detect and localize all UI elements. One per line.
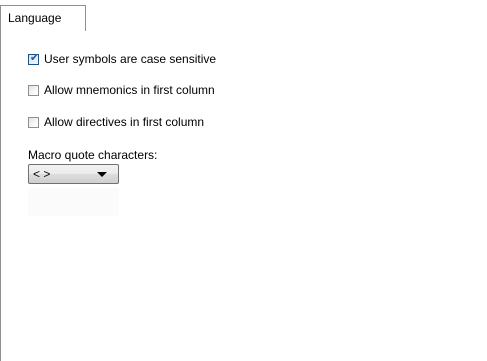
check-icon: ✔ (29, 51, 40, 64)
macro-quote-characters-label: Macro quote characters: (28, 148, 158, 162)
allow-directives-first-column-label[interactable]: Allow directives in first column (44, 115, 204, 129)
blank-area (28, 188, 119, 216)
macro-quote-characters-dropdown[interactable]: < > (28, 164, 119, 184)
options-dialog-page: Language ✔ User symbols are case sensiti… (0, 0, 487, 361)
allow-mnemonics-first-column-checkbox[interactable] (28, 84, 39, 96)
user-symbols-case-sensitive-option[interactable]: ✔ User symbols are case sensitive (28, 51, 216, 67)
macro-quote-selected-value: < > (33, 167, 51, 181)
tab-language-label: Language (8, 11, 62, 25)
allow-mnemonics-first-column-label[interactable]: Allow mnemonics in first column (44, 83, 215, 97)
user-symbols-case-sensitive-label[interactable]: User symbols are case sensitive (44, 52, 216, 66)
chevron-down-icon (97, 172, 107, 177)
tab-language[interactable]: Language (0, 5, 86, 31)
allow-mnemonics-first-column-option[interactable]: Allow mnemonics in first column (28, 82, 215, 98)
user-symbols-case-sensitive-checkbox[interactable]: ✔ (28, 51, 40, 65)
allow-directives-first-column-checkbox[interactable] (28, 116, 39, 128)
allow-directives-first-column-option[interactable]: Allow directives in first column (28, 114, 204, 130)
